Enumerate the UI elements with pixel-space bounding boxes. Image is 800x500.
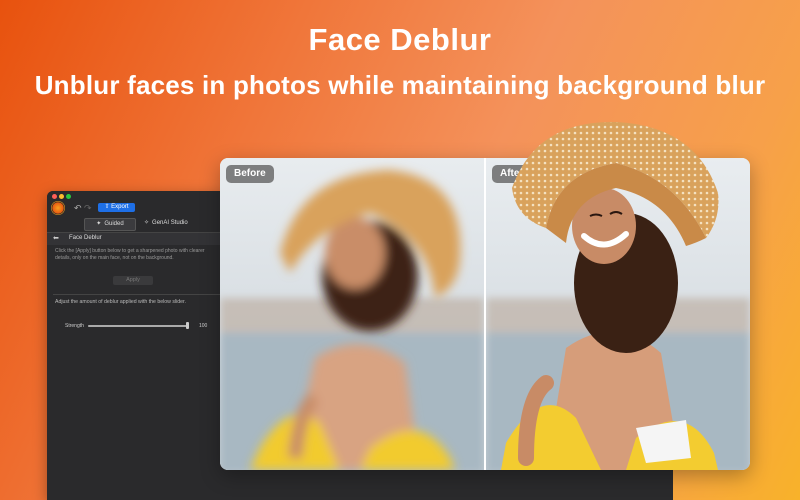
tab-genai-studio[interactable]: ✧ GenAI Studio xyxy=(144,218,188,229)
back-arrow-icon[interactable]: ⬅ xyxy=(53,234,59,242)
minimize-window-button[interactable] xyxy=(59,194,64,199)
toolbar: ↶ ↷ ⇧ Export xyxy=(47,200,227,218)
tab-guided-label: Guided xyxy=(104,221,124,227)
adjust-instructions: Adjust the amount of deblur applied with… xyxy=(55,299,186,305)
before-photo-scene xyxy=(220,158,484,470)
panel-title: Face Deblur xyxy=(69,235,102,241)
hero-title: Face Deblur xyxy=(308,22,492,57)
close-window-button[interactable] xyxy=(52,194,57,199)
strength-label: Strength xyxy=(65,323,84,329)
strength-slider[interactable] xyxy=(88,325,188,327)
strength-slider-fill xyxy=(88,325,188,327)
app-logo-icon xyxy=(51,201,65,215)
strength-value: 100 xyxy=(199,323,208,329)
panel-header: ⬅ Face Deblur xyxy=(47,232,227,245)
tab-guided[interactable]: ✦ Guided xyxy=(84,218,136,231)
panel-description: Click the [Apply] button below to get a … xyxy=(55,248,205,261)
export-button[interactable]: ⇧ Export xyxy=(98,203,135,212)
strength-slider-thumb[interactable] xyxy=(186,322,189,329)
sparkle-icon: ✧ xyxy=(144,220,150,226)
window-titlebar xyxy=(47,191,227,200)
divider xyxy=(53,294,221,295)
wand-icon: ✦ xyxy=(96,221,102,227)
app-window: ↶ ↷ ⇧ Export ✦ Guided ✧ GenAI Studio ⬅ Fac… xyxy=(47,191,227,500)
zoom-window-button[interactable] xyxy=(66,194,71,199)
undo-icon[interactable]: ↶ xyxy=(74,203,82,214)
before-photo xyxy=(220,158,484,470)
mode-tabs: ✦ Guided ✧ GenAI Studio xyxy=(47,218,227,232)
app-canvas-area xyxy=(227,470,673,500)
hat-overflow-graphic xyxy=(512,121,719,246)
tab-genai-label: GenAI Studio xyxy=(152,220,188,226)
redo-icon[interactable]: ↷ xyxy=(84,203,92,214)
export-label: Export xyxy=(111,204,129,210)
hero-subtitle: Unblur faces in photos while maintaining… xyxy=(34,70,766,100)
apply-button[interactable]: Apply xyxy=(113,276,153,285)
before-badge: Before xyxy=(226,165,274,183)
